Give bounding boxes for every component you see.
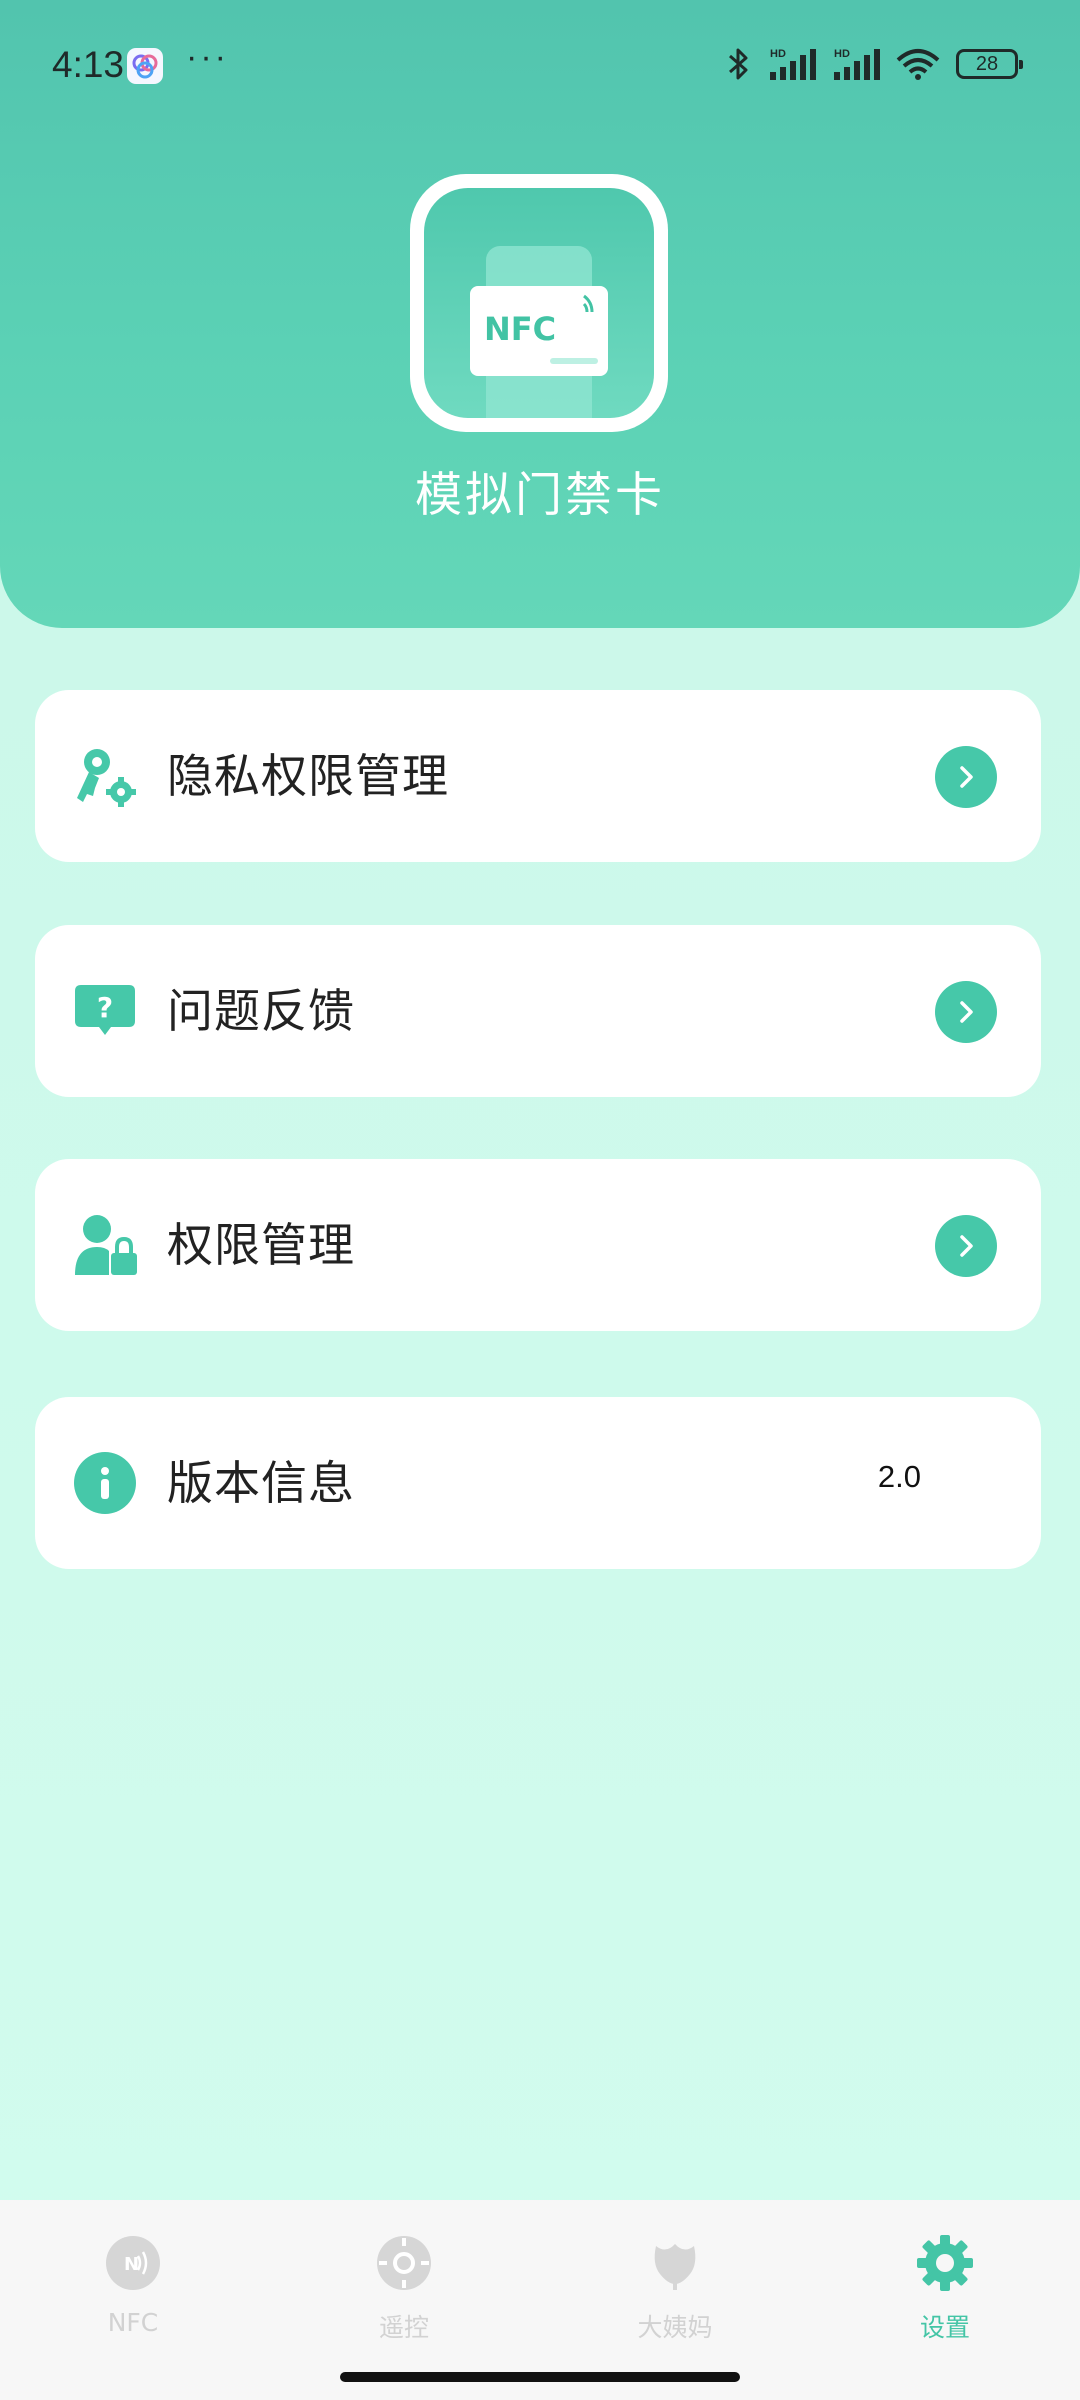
tab-period[interactable]: 大姨妈 xyxy=(585,2234,765,2344)
menu-label: 版本信息 xyxy=(167,1456,355,1510)
svg-text:HD: HD xyxy=(770,48,786,60)
flower-icon xyxy=(654,2244,696,2290)
info-icon xyxy=(71,1449,139,1517)
more-dots: ··· xyxy=(186,38,229,76)
settings-screen: 4:13 ··· HD HD 28 NFC 模拟门禁卡 隐私权限管理 ? 问题反… xyxy=(0,0,1080,2400)
tab-label: 遥控 xyxy=(378,2313,429,2342)
svg-text:HD: HD xyxy=(834,48,850,60)
key-gear-icon xyxy=(71,742,139,810)
user-lock-icon xyxy=(71,1211,139,1279)
wifi-icon xyxy=(896,49,940,80)
status-icons: HD HD 28 xyxy=(726,44,1023,84)
permission-management-item[interactable]: 权限管理 xyxy=(35,1159,1041,1331)
bottom-nav: N NFC 遥控 大姨妈 设置 xyxy=(0,2200,1080,2400)
tab-label: NFC xyxy=(107,2308,159,2337)
chevron-right-icon[interactable] xyxy=(935,1215,997,1277)
menu-label: 隐私权限管理 xyxy=(167,749,449,803)
tab-settings[interactable]: 设置 xyxy=(855,2234,1035,2344)
svg-text:NFC: NFC xyxy=(484,310,556,348)
version-info-item[interactable]: 版本信息 2.0 xyxy=(35,1397,1041,1569)
chevron-right-icon[interactable] xyxy=(935,981,997,1043)
signal-icon-2: HD xyxy=(834,48,880,80)
status-bar: 4:13 ··· HD HD 28 xyxy=(0,0,1080,130)
svg-text:?: ? xyxy=(97,991,113,1024)
version-value: 2.0 xyxy=(877,1459,921,1494)
header: 4:13 ··· HD HD 28 NFC 模拟门禁卡 xyxy=(0,0,1080,628)
tab-remote[interactable]: 遥控 xyxy=(314,2234,494,2344)
battery-icon: 28 xyxy=(956,49,1023,79)
menu-label: 权限管理 xyxy=(167,1218,355,1272)
app-name: 模拟门禁卡 xyxy=(415,468,665,523)
svg-text:N: N xyxy=(124,2254,139,2275)
privacy-permission-item[interactable]: 隐私权限管理 xyxy=(35,690,1041,862)
nfc-card-icon: NFC xyxy=(424,188,654,418)
nfc-icon: N xyxy=(106,2236,160,2290)
menu-label: 问题反馈 xyxy=(167,984,355,1038)
gear-icon xyxy=(917,2235,973,2291)
home-indicator[interactable] xyxy=(340,2372,740,2382)
feedback-item[interactable]: ? 问题反馈 xyxy=(35,925,1041,1097)
app-logo: NFC xyxy=(410,174,668,432)
tab-nfc[interactable]: N NFC xyxy=(43,2234,223,2337)
tab-label: 大姨妈 xyxy=(637,2313,713,2342)
battery-level: 28 xyxy=(975,52,999,75)
chevron-right-icon[interactable] xyxy=(935,746,997,808)
signal-icon: HD xyxy=(770,48,816,80)
tab-label: 设置 xyxy=(919,2313,970,2342)
notification-app-icon xyxy=(127,48,163,84)
question-bubble-icon: ? xyxy=(71,977,139,1045)
status-time: 4:13 xyxy=(52,44,125,85)
remote-icon xyxy=(377,2236,431,2290)
bluetooth-icon xyxy=(729,48,748,80)
